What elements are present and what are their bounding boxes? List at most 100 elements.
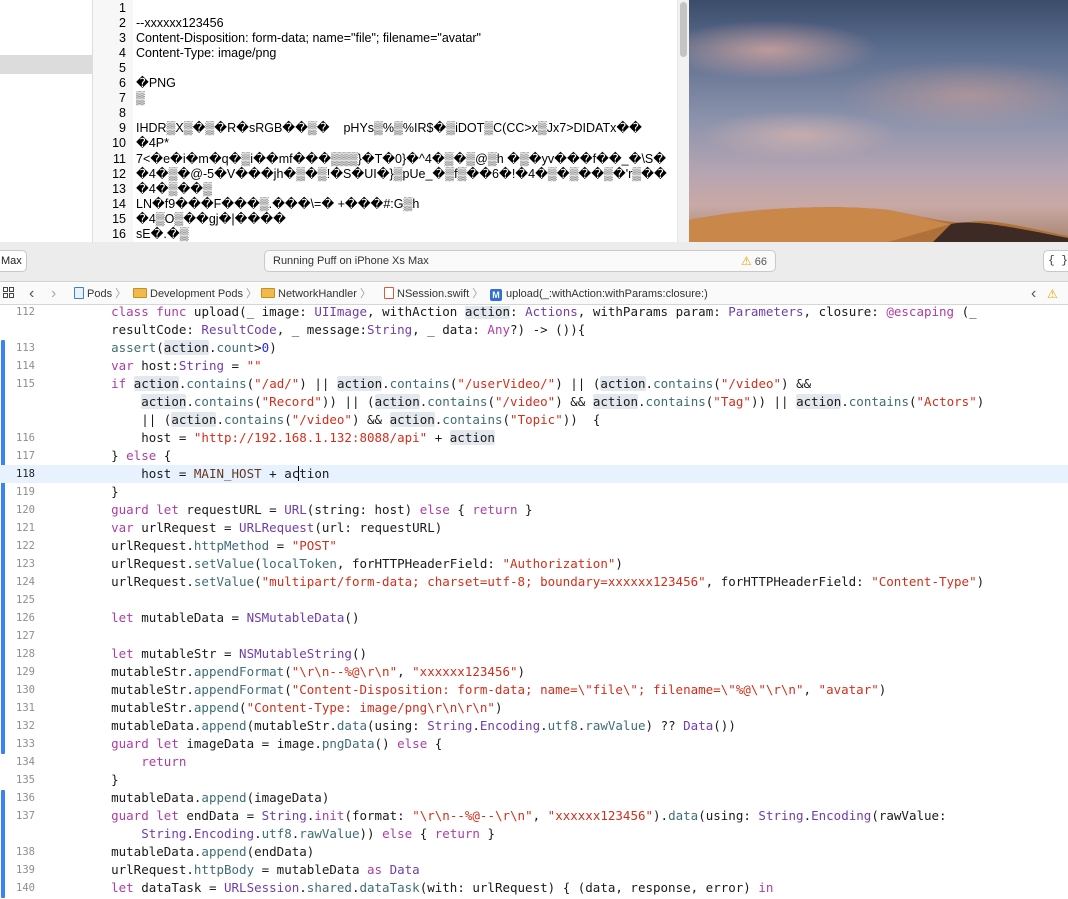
braces-icon: { } [1048, 255, 1068, 267]
wallpaper-cloud [699, 110, 899, 160]
line-number: 126 [16, 612, 35, 624]
line-number: 115 [16, 378, 35, 390]
code-line[interactable]: 133 guard let imageData = image.pngData(… [0, 735, 1068, 753]
code-line[interactable]: 131 mutableStr.append("Content-Type: ima… [0, 699, 1068, 717]
code-line[interactable]: 125 [0, 591, 1068, 609]
activity-status-text: Running Puff on iPhone Xs Max [273, 255, 429, 267]
code-line[interactable]: 126 let mutableData = NSMutableData() [0, 609, 1068, 627]
code-line[interactable]: 140 let dataTask = URLSession.shared.dat… [0, 879, 1068, 897]
breadcrumb-nsession-swift[interactable]: NSession.swift 〉 [384, 283, 483, 305]
code-line[interactable]: 135 } [0, 771, 1068, 789]
code-line[interactable]: 128 let mutableStr = NSMutableString() [0, 645, 1068, 663]
code-line[interactable]: 137 guard let endData = String.init(form… [0, 807, 1068, 825]
code-line[interactable]: 120 guard let requestURL = URL(string: h… [0, 501, 1068, 519]
code-line[interactable]: 124 urlRequest.setValue("multipart/form-… [0, 573, 1068, 591]
forward-button[interactable]: › [51, 283, 56, 305]
text-view-line-number: 1 [119, 1, 126, 15]
code-line[interactable]: 123 urlRequest.setValue(localToken, forH… [0, 555, 1068, 573]
code-line[interactable]: 114 var host:String = "" [0, 357, 1068, 375]
breadcrumb-label: upload(_:withAction:withParams:closure:) [506, 288, 708, 300]
line-number: 137 [16, 810, 35, 822]
line-number: 124 [16, 576, 35, 588]
code-line[interactable]: 115 if action.contains("/ad/") || action… [0, 375, 1068, 393]
breadcrumb-label: NetworkHandler [278, 288, 357, 300]
text-view-line-text: �4P* [136, 136, 169, 151]
code-line[interactable]: String.Encoding.utf8.rawValue)) else { r… [0, 825, 1068, 843]
line-number: 113 [16, 342, 35, 354]
text-view-line-number: 7 [119, 91, 126, 106]
line-number: 123 [16, 558, 35, 570]
text-view-line-text: IHDR▒X▒�▒�R�sRGB��▒� pHYs▒%▒%IR$�▒iDOT▒C… [136, 121, 642, 136]
wallpaper-dune [689, 207, 1068, 242]
text-view-line-number: 10 [112, 136, 126, 151]
navigator-pane [0, 0, 93, 242]
line-number: 139 [16, 864, 35, 876]
text-view-line-number: 5 [119, 61, 126, 76]
text-view-line-text: 7<�e�i�m�q�▒i��mf���▒▒▒}�T�0}�^4�▒�▒@▒h … [136, 151, 667, 166]
text-view-line-text: �4�▒��▒ [136, 181, 212, 196]
line-number: 112 [16, 306, 35, 318]
breadcrumb-method[interactable]: Mupload(_:withAction:withParams:closure:… [490, 283, 708, 305]
code-line[interactable]: action.contains("Record")) || (action.co… [0, 393, 1068, 411]
scrollbar-thumb[interactable] [680, 2, 687, 57]
swift-file-icon [384, 287, 394, 299]
code-line[interactable]: resultCode: ResultCode, _ message:String… [0, 321, 1068, 339]
text-view-line-text: ▒ [136, 91, 145, 106]
navigator-selected-row[interactable] [0, 55, 93, 74]
text-view-line-number: 14 [112, 196, 126, 211]
code-line[interactable]: || (action.contains("/video") && action.… [0, 411, 1068, 429]
text-view-scrollbar[interactable] [677, 0, 689, 242]
scheme-label: Max [1, 255, 22, 267]
code-line[interactable]: 130 mutableStr.appendFormat("Content-Dis… [0, 681, 1068, 699]
text-view-line-number: 6 [119, 76, 126, 91]
method-icon: M [490, 289, 502, 301]
text-view-line-number: 3 [119, 31, 126, 46]
code-line[interactable]: 117 } else { [0, 447, 1068, 465]
code-line[interactable]: 122 urlRequest.httpMethod = "POST" [0, 537, 1068, 555]
line-number: 130 [16, 684, 35, 696]
code-line[interactable]: 132 mutableData.append(mutableStr.data(u… [0, 717, 1068, 735]
line-number: 114 [16, 360, 35, 372]
line-number: 121 [16, 522, 35, 534]
code-line[interactable]: 116 host = "http://192.168.1.132:8088/ap… [0, 429, 1068, 447]
desktop-wallpaper [689, 0, 1068, 242]
text-view-line-number: 4 [119, 46, 126, 61]
code-line[interactable]: 112 class func upload(_ image: UIImage, … [0, 306, 1068, 321]
breadcrumb-pods[interactable]: Pods 〉 [74, 283, 126, 305]
text-view-line-number: 13 [112, 181, 126, 196]
warning-icon[interactable]: ⚠ [1047, 283, 1058, 305]
code-line[interactable]: 127 [0, 627, 1068, 645]
code-line[interactable]: 139 urlRequest.httpBody = mutableData as… [0, 861, 1068, 879]
code-line[interactable]: 136 mutableData.append(imageData) [0, 789, 1068, 807]
code-line[interactable]: 121 var urlRequest = URLRequest(url: req… [0, 519, 1068, 537]
code-line[interactable]: 119 } [0, 483, 1068, 501]
related-items-icon[interactable] [3, 283, 15, 305]
activity-viewer[interactable]: Running Puff on iPhone Xs Max ⚠ 66 [264, 250, 776, 272]
code-line[interactable]: 129 mutableStr.appendFormat("\r\n--%@\r\… [0, 663, 1068, 681]
line-number: 116 [16, 432, 35, 444]
project-icon [74, 287, 84, 299]
code-line-current[interactable]: 118 host = MAIN_HOST + action [0, 465, 1068, 483]
line-number: 131 [16, 702, 35, 714]
text-view-line-text: �4�▒�@-5�V���jh�▒�▒!�S�UI�}▒pUe_�▒f▒��6�… [136, 166, 667, 181]
text-view-line-number: 15 [112, 211, 126, 226]
code-line[interactable]: 113 assert(action.count>0) [0, 339, 1068, 357]
folder-icon [133, 288, 147, 298]
code-line[interactable]: 134 return [0, 753, 1068, 771]
warning-icon: ⚠ [740, 254, 752, 268]
source-editor[interactable]: 112 class func upload(_ image: UIImage, … [0, 306, 1068, 899]
text-view-line-text: LN�f9���F���▒.���\=� +���#:G▒h [136, 196, 420, 211]
breadcrumb-label: Pods [87, 288, 113, 300]
code-line[interactable]: 138 mutableData.append(endData) [0, 843, 1068, 861]
text-view-line-text: �4▒O▒��gj�|���� [136, 211, 286, 226]
line-number: 132 [16, 720, 35, 732]
warning-indicator[interactable]: ⚠ 66 [741, 251, 767, 272]
library-button[interactable]: { } [1043, 250, 1068, 272]
request-body-text-view[interactable]: 1 2 --xxxxxx123456 3 Content-Disposition: fo… [93, 0, 689, 242]
chevron-left-icon[interactable]: ‹ [1031, 283, 1036, 305]
text-view-line-text: Content-Disposition: form-data; name="fi… [136, 31, 481, 46]
breadcrumb-networkhandler[interactable]: NetworkHandler 〉 [261, 283, 371, 305]
breadcrumb-development-pods[interactable]: Development Pods 〉 [133, 283, 257, 305]
scheme-selector[interactable]: Max [0, 250, 27, 272]
back-button[interactable]: ‹ [29, 283, 34, 305]
